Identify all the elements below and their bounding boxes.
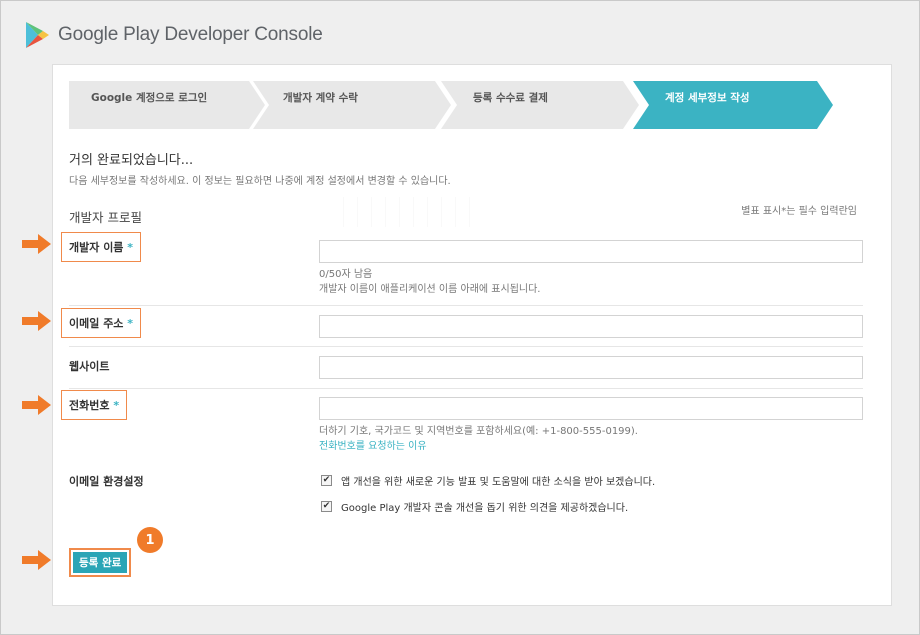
checkbox-checked-icon[interactable]: ✔ (321, 475, 332, 486)
website-input[interactable] (319, 356, 863, 379)
email-pref-option-label: Google Play 개발자 콘솔 개선을 돕기 위한 의견을 제공하겠습니다… (341, 503, 629, 514)
developer-name-label: 개발자 이름 * (61, 232, 142, 262)
phone-label: 전화번호 * (61, 390, 128, 420)
step-pay-fee: 등록 수수료 결제 (441, 81, 639, 129)
registration-stepper: Google 계정으로 로그인 개발자 계약 수락 등록 수수료 결제 계정 세… (69, 81, 869, 129)
email-pref-option[interactable]: ✔ Google Play 개발자 콘솔 개선을 돕기 위한 의견을 제공하겠습… (321, 499, 628, 514)
required-asterisk: * (127, 317, 134, 330)
email-pref-option-label: 앱 개선을 위한 새로운 기능 발표 및 도움말에 대한 소식을 받아 보겠습니… (341, 477, 656, 488)
developer-name-counter: 0/50자 남음 (319, 269, 373, 280)
email-label-text: 이메일 주소 (69, 317, 124, 330)
required-note: 별표 표시*는 필수 입력란임 (741, 206, 857, 217)
phone-input[interactable] (319, 397, 863, 420)
step-label: 등록 수수료 결제 (473, 92, 548, 104)
divider (69, 388, 863, 389)
page-title: 거의 완료되었습니다... (69, 153, 194, 168)
app-title: Google Play Developer Console (58, 24, 323, 45)
arrow-right-icon (22, 234, 51, 254)
page-subtitle: 다음 세부정보를 작성하세요. 이 정보는 필요하면 나중에 계정 설정에서 변… (69, 176, 451, 187)
arrow-right-icon (22, 311, 51, 331)
step-accept-agreement: 개발자 계약 수락 (253, 81, 451, 129)
registration-card: Google 계정으로 로그인 개발자 계약 수락 등록 수수료 결제 계정 세… (52, 64, 892, 606)
developer-name-input[interactable] (319, 240, 863, 263)
website-label: 웹사이트 (69, 360, 110, 373)
arrow-right-icon (22, 395, 51, 415)
step-google-login: Google 계정으로 로그인 (69, 81, 265, 129)
step-label: 계정 세부정보 작성 (665, 92, 750, 104)
google-play-logo-icon (26, 22, 49, 48)
divider (69, 346, 863, 347)
step-label: Google 계정으로 로그인 (91, 92, 208, 104)
email-pref-option[interactable]: ✔ 앱 개선을 위한 새로운 기능 발표 및 도움말에 대한 소식을 받아 보겠… (321, 473, 655, 488)
arrow-right-icon (22, 550, 51, 570)
checkbox-checked-icon[interactable]: ✔ (321, 501, 332, 512)
email-label: 이메일 주소 * (61, 308, 142, 338)
phone-label-text: 전화번호 (69, 399, 110, 412)
email-input[interactable] (319, 315, 863, 338)
required-asterisk: * (113, 399, 120, 412)
complete-registration-button[interactable]: 등록 완료 (69, 548, 132, 577)
section-title: 개발자 프로필 (69, 210, 142, 225)
email-prefs-label: 이메일 환경설정 (69, 475, 144, 488)
phone-hint: 더하기 기호, 국가코드 및 지역번호를 포함하세요(예: +1-800-555… (319, 426, 638, 437)
step-account-details: 계정 세부정보 작성 (633, 81, 833, 129)
developer-name-label-text: 개발자 이름 (69, 241, 124, 254)
faint-overlay (343, 197, 483, 227)
step-label: 개발자 계약 수락 (283, 92, 358, 104)
required-asterisk: * (127, 241, 134, 254)
developer-name-hint: 개발자 이름이 애플리케이션 이름 아래에 표시됩니다. (319, 284, 541, 295)
step-number-badge: 1 (137, 527, 163, 553)
app-header: Google Play Developer Console (24, 20, 323, 50)
divider (69, 305, 863, 306)
phone-why-link[interactable]: 전화번호를 요청하는 이유 (319, 437, 427, 452)
